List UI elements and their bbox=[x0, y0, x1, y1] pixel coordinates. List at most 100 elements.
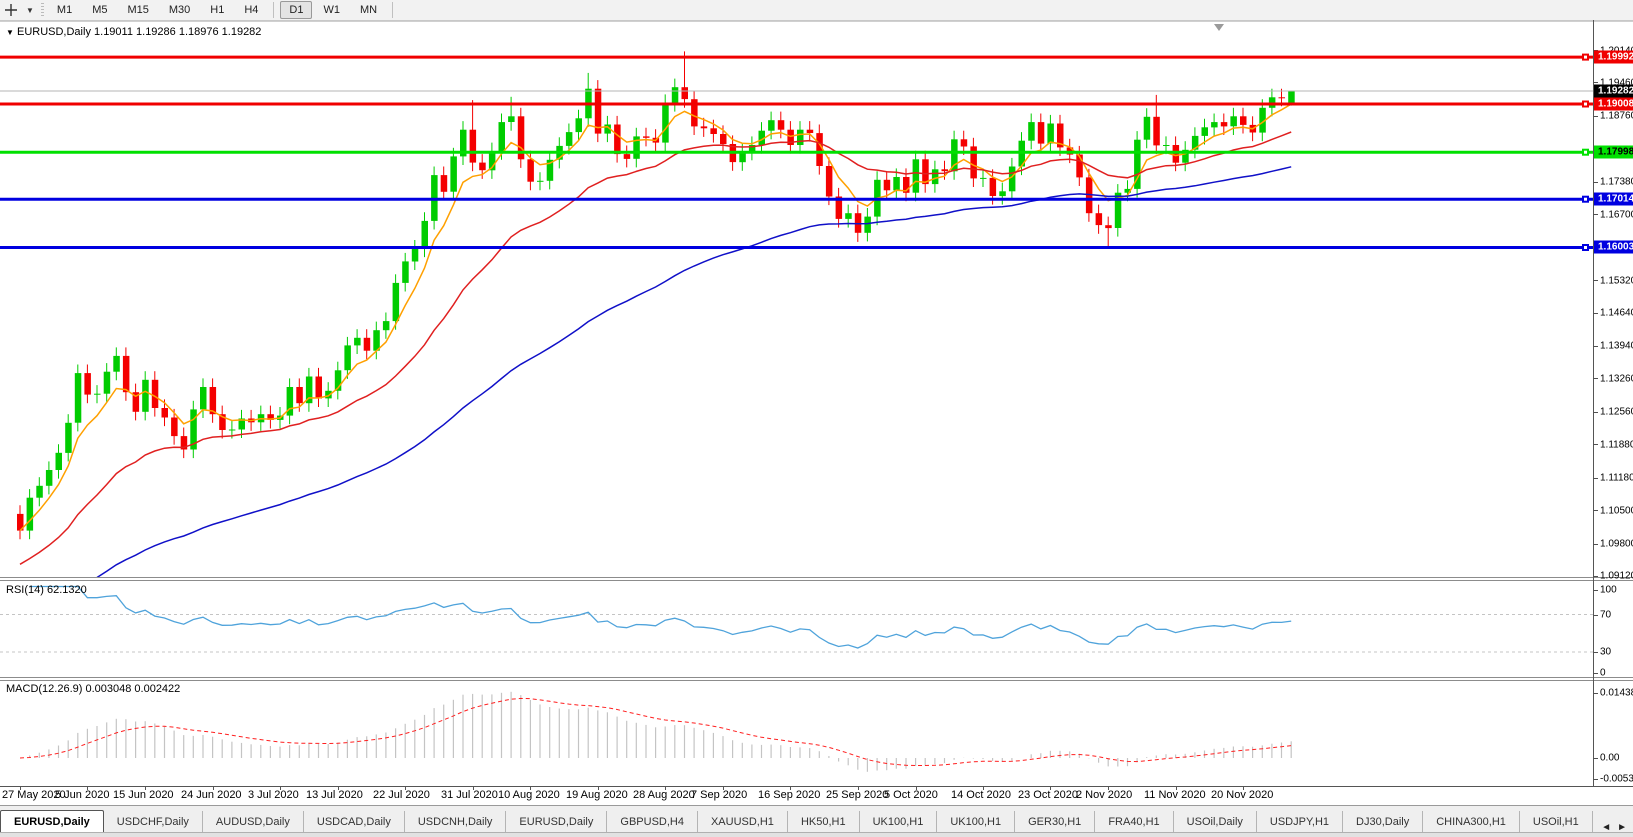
chart-header: ▼ EURUSD,Daily 1.19011 1.19286 1.18976 1… bbox=[6, 26, 261, 38]
candle-body bbox=[1279, 97, 1286, 98]
chart-tab-china300-h1[interactable]: CHINA300,H1 bbox=[1423, 811, 1520, 833]
candle-body bbox=[27, 498, 33, 531]
chart-tab-usdcnh-daily[interactable]: USDCNH,Daily bbox=[405, 811, 507, 833]
price-axis-tickmark bbox=[1593, 116, 1598, 117]
price-tag[interactable]: 1.19992 bbox=[1594, 51, 1633, 64]
chart-tab-usoil-daily[interactable]: USOil,Daily bbox=[1174, 811, 1257, 833]
chart-tab-fra40-h1[interactable]: FRA40,H1 bbox=[1095, 811, 1173, 833]
candle-body bbox=[701, 126, 708, 128]
price-axis-tickmark bbox=[1593, 544, 1598, 545]
candle-body bbox=[932, 169, 939, 184]
price-axis-tickmark bbox=[1593, 576, 1598, 577]
price-tag[interactable]: 1.19282 bbox=[1594, 85, 1633, 98]
candle-body bbox=[354, 338, 361, 346]
window-top-border bbox=[0, 21, 1633, 22]
price-axis-label: 1.18760 bbox=[1600, 111, 1633, 122]
candle-body bbox=[893, 177, 900, 190]
candle-body bbox=[643, 136, 650, 137]
candle-body bbox=[1221, 122, 1228, 126]
chart-tab-usdchf-daily[interactable]: USDCHF,Daily bbox=[104, 811, 203, 833]
chart-tab-uk100-h1[interactable]: UK100,H1 bbox=[860, 811, 938, 833]
chart-shift-marker-icon bbox=[1214, 24, 1224, 31]
chart-symbol-label: EURUSD,Daily bbox=[17, 26, 91, 38]
candle-body bbox=[884, 180, 891, 191]
chart-tab-audusd-daily[interactable]: AUDUSD,Daily bbox=[203, 811, 304, 833]
time-axis-label: 23 Oct 2020 bbox=[1018, 789, 1078, 801]
candle-body bbox=[1047, 124, 1054, 144]
chart-tab-usdcad-daily[interactable]: USDCAD,Daily bbox=[304, 811, 405, 833]
candle-body bbox=[980, 178, 987, 179]
price-axis-label: 1.12560 bbox=[1600, 407, 1633, 418]
price-axis-label: 1.13940 bbox=[1600, 341, 1633, 352]
chart-tab-bar: EURUSD,DailyUSDCHF,DailyAUDUSD,DailyUSDC… bbox=[0, 805, 1633, 833]
time-axis-label: 20 Nov 2020 bbox=[1211, 789, 1273, 801]
chart-tab-dj30-daily[interactable]: DJ30,Daily bbox=[1343, 811, 1423, 833]
price-axis-tickmark bbox=[1593, 510, 1598, 511]
price-axis-label: 1.14640 bbox=[1600, 308, 1633, 319]
collapse-triangle-icon[interactable]: ▼ bbox=[6, 28, 14, 37]
chart-tab-gbpusd-h4[interactable]: GBPUSD,H4 bbox=[607, 811, 698, 833]
time-axis-label: 13 Jul 2020 bbox=[306, 789, 363, 801]
candle-body bbox=[162, 408, 169, 418]
price-tag[interactable]: 1.19008 bbox=[1594, 98, 1633, 111]
candle-body bbox=[402, 261, 409, 283]
chart-tab-eurusd-daily[interactable]: EURUSD,Daily bbox=[506, 811, 607, 833]
chart-tab-ger30-h1[interactable]: GER30,H1 bbox=[1015, 811, 1095, 833]
macd-axis-tickmark bbox=[1593, 758, 1598, 759]
price-axis-tickmark bbox=[1593, 378, 1598, 379]
main-rsi-separator[interactable] bbox=[0, 577, 1633, 578]
time-axis-label: 28 Aug 2020 bbox=[633, 789, 695, 801]
price-axis-tickmark bbox=[1593, 412, 1598, 413]
candle-body bbox=[104, 372, 111, 394]
candle-body bbox=[576, 118, 583, 132]
time-axis-label: 2 Nov 2020 bbox=[1076, 789, 1132, 801]
rsi-axis-label: 0 bbox=[1600, 668, 1633, 679]
rsi-macd-separator-2 bbox=[0, 680, 1633, 681]
candle-body bbox=[123, 356, 129, 392]
rsi-axis-label: 70 bbox=[1600, 610, 1633, 621]
candle-body bbox=[1009, 167, 1016, 192]
candle-body bbox=[864, 217, 871, 233]
chart-tab-usdjpy-h1[interactable]: USDJPY,H1 bbox=[1257, 811, 1343, 833]
chart-ohlc-values: 1.19011 1.19286 1.18976 1.19282 bbox=[94, 26, 261, 38]
rsi-macd-separator[interactable] bbox=[0, 677, 1633, 678]
price-axis-tickmark bbox=[1593, 82, 1598, 83]
chart-tab-xauusd-h1[interactable]: XAUUSD,H1 bbox=[698, 811, 788, 833]
time-axis-label: 24 Jun 2020 bbox=[181, 789, 242, 801]
chart-tab-hk50-h1[interactable]: HK50,H1 bbox=[788, 811, 860, 833]
time-axis-label: 25 Sep 2020 bbox=[826, 789, 888, 801]
price-axis-tickmark bbox=[1593, 346, 1598, 347]
candle-body bbox=[1211, 122, 1218, 127]
time-axis-label: 3 Jul 2020 bbox=[248, 789, 299, 801]
candle-body bbox=[1230, 116, 1237, 126]
candle-body bbox=[566, 132, 573, 146]
candle-body bbox=[682, 87, 689, 99]
price-axis-tickmark bbox=[1593, 313, 1598, 314]
candle-body bbox=[46, 470, 53, 486]
macd-axis-tickmark bbox=[1593, 693, 1598, 694]
price-tag[interactable]: 1.17014 bbox=[1594, 193, 1633, 206]
price-tag[interactable]: 1.17998 bbox=[1594, 146, 1633, 159]
chart-tab-uk100-h1[interactable]: UK100,H1 bbox=[937, 811, 1015, 833]
candle-body bbox=[778, 120, 785, 130]
price-axis-label: 1.11880 bbox=[1600, 440, 1633, 451]
chart-tab-usoil-h1[interactable]: USOil,H1 bbox=[1520, 811, 1593, 833]
candle-body bbox=[393, 283, 400, 321]
candle-body bbox=[373, 330, 380, 351]
window-bottom-edge bbox=[0, 832, 1633, 837]
price-tag[interactable]: 1.16003 bbox=[1594, 241, 1633, 254]
rsi-axis-tickmark bbox=[1593, 615, 1598, 616]
price-axis-tickmark bbox=[1593, 444, 1598, 445]
chart-tab-eurusd-daily[interactable]: EURUSD,Daily bbox=[0, 810, 104, 834]
time-axis-label: 22 Jul 2020 bbox=[373, 789, 430, 801]
rsi-panel-label: RSI(14) 62.1320 bbox=[6, 584, 87, 596]
candle-body bbox=[1028, 122, 1035, 141]
chart-canvas[interactable] bbox=[0, 0, 1633, 805]
candle-body bbox=[479, 163, 486, 171]
time-axis-label: 16 Sep 2020 bbox=[758, 789, 820, 801]
candle-body bbox=[961, 139, 968, 146]
candle-body bbox=[826, 166, 833, 197]
time-axis-label: 10 Aug 2020 bbox=[498, 789, 560, 801]
candle-body bbox=[364, 338, 371, 351]
time-axis-label: 19 Aug 2020 bbox=[566, 789, 628, 801]
